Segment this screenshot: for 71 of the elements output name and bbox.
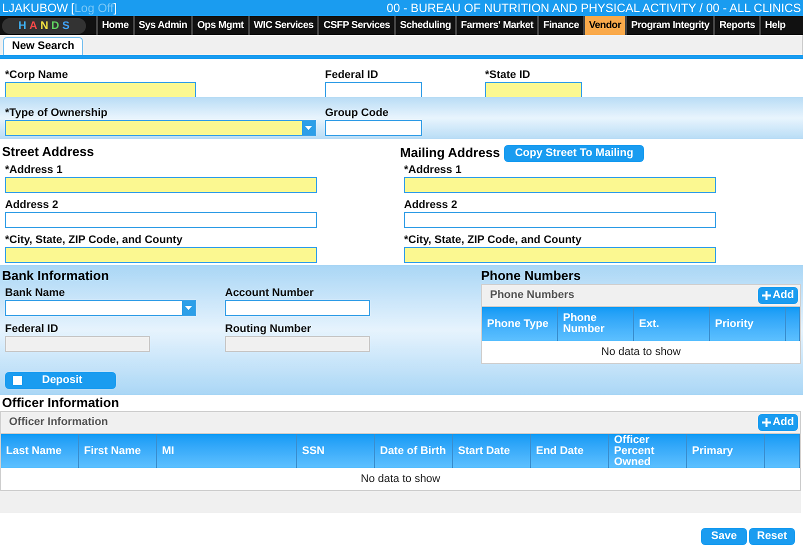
section-title: Mailing Address bbox=[400, 144, 500, 162]
grid-title: Phone Numbers bbox=[490, 288, 574, 304]
input-field[interactable] bbox=[404, 177, 716, 193]
grid-title: Officer Information bbox=[9, 415, 108, 430]
input-field[interactable] bbox=[5, 82, 196, 98]
column-header[interactable]: First Name bbox=[79, 434, 157, 468]
input-field[interactable] bbox=[404, 212, 716, 228]
field-label: Routing Number bbox=[225, 322, 312, 336]
bracket: [ bbox=[70, 1, 74, 15]
column-header[interactable]: Ext. bbox=[634, 307, 710, 341]
field-label: Address 2 bbox=[404, 198, 458, 212]
column-header[interactable]: SSN bbox=[297, 434, 375, 468]
column-header[interactable]: Phone Type bbox=[482, 307, 558, 341]
field-label: *State ID bbox=[485, 68, 532, 82]
field-label: *Address 1 bbox=[5, 163, 64, 177]
plus-icon bbox=[762, 291, 771, 300]
input-field[interactable] bbox=[225, 300, 370, 316]
section-title: Officer Information bbox=[1, 395, 120, 411]
dropdown-field[interactable] bbox=[5, 300, 196, 316]
field-label: *Address 1 bbox=[404, 163, 462, 177]
field-label: Federal ID bbox=[5, 322, 60, 336]
field-label: *City, State, ZIP Code, and County bbox=[404, 233, 582, 247]
add-button[interactable]: Add bbox=[758, 414, 798, 431]
deposit-button[interactable]: Deposit bbox=[5, 372, 116, 389]
field-label: *City, State, ZIP Code, and County bbox=[5, 233, 184, 247]
dropdown-field[interactable] bbox=[5, 120, 316, 136]
field-label: Federal ID bbox=[325, 68, 380, 82]
empty-message: No data to show bbox=[600, 344, 682, 360]
nav-item[interactable]: Vendor bbox=[582, 16, 626, 35]
column-header[interactable]: Phone Number bbox=[558, 307, 634, 341]
logo-letter: A bbox=[29, 20, 38, 32]
log-off-link[interactable]: Log Off bbox=[74, 1, 114, 15]
tab[interactable]: New Search bbox=[3, 37, 84, 55]
column-header[interactable]: Date of Birth bbox=[375, 434, 453, 468]
field-label: Group Code bbox=[325, 106, 390, 120]
logo-letter: S bbox=[62, 20, 70, 32]
field-label: Address 2 bbox=[5, 198, 60, 212]
field-label: Account Number bbox=[225, 286, 315, 300]
field-label: *Type of Ownership bbox=[5, 106, 108, 120]
form-button[interactable]: Reset bbox=[749, 528, 795, 545]
logo-letter: H bbox=[18, 20, 26, 32]
field-label: *Corp Name bbox=[5, 68, 69, 82]
column-header[interactable]: End Date bbox=[531, 434, 609, 468]
bracket: ] bbox=[114, 1, 117, 15]
column-header[interactable]: Priority bbox=[710, 307, 786, 341]
input-field[interactable] bbox=[5, 212, 317, 228]
section-title: Street Address bbox=[1, 143, 95, 161]
input-field[interactable] bbox=[5, 177, 317, 193]
input-field[interactable] bbox=[325, 82, 422, 98]
logo-letter: D bbox=[51, 20, 60, 32]
plus-icon bbox=[762, 418, 771, 427]
column-header[interactable]: Primary bbox=[687, 434, 765, 468]
field-label: Bank Name bbox=[5, 286, 66, 300]
empty-message: No data to show bbox=[360, 472, 442, 487]
input-field[interactable] bbox=[325, 120, 422, 136]
input-field[interactable] bbox=[5, 247, 317, 263]
column-header[interactable]: Last Name bbox=[1, 434, 79, 468]
input-field[interactable] bbox=[404, 247, 716, 263]
logo-letter: N bbox=[40, 20, 48, 32]
section-title: Phone Numbers bbox=[481, 268, 582, 284]
copy-street-button[interactable]: Copy Street To Mailing bbox=[504, 144, 644, 162]
form-button[interactable]: Save bbox=[701, 528, 747, 545]
agency-name: 00 - BUREAU OF NUTRITION AND PHYSICAL ACTIVITY / 00 - ALL CLINICS bbox=[386, 1, 801, 15]
user-name: LJAKUBOW bbox=[2, 1, 68, 15]
column-header[interactable]: Start Date bbox=[453, 434, 531, 468]
add-button[interactable]: Add bbox=[758, 287, 798, 304]
input-field[interactable] bbox=[485, 82, 582, 98]
column-header[interactable]: Officer Percent Owned bbox=[609, 434, 687, 468]
column-header[interactable]: MI bbox=[157, 434, 297, 468]
section-title: Bank Information bbox=[1, 268, 110, 284]
checkbox[interactable] bbox=[13, 376, 22, 385]
